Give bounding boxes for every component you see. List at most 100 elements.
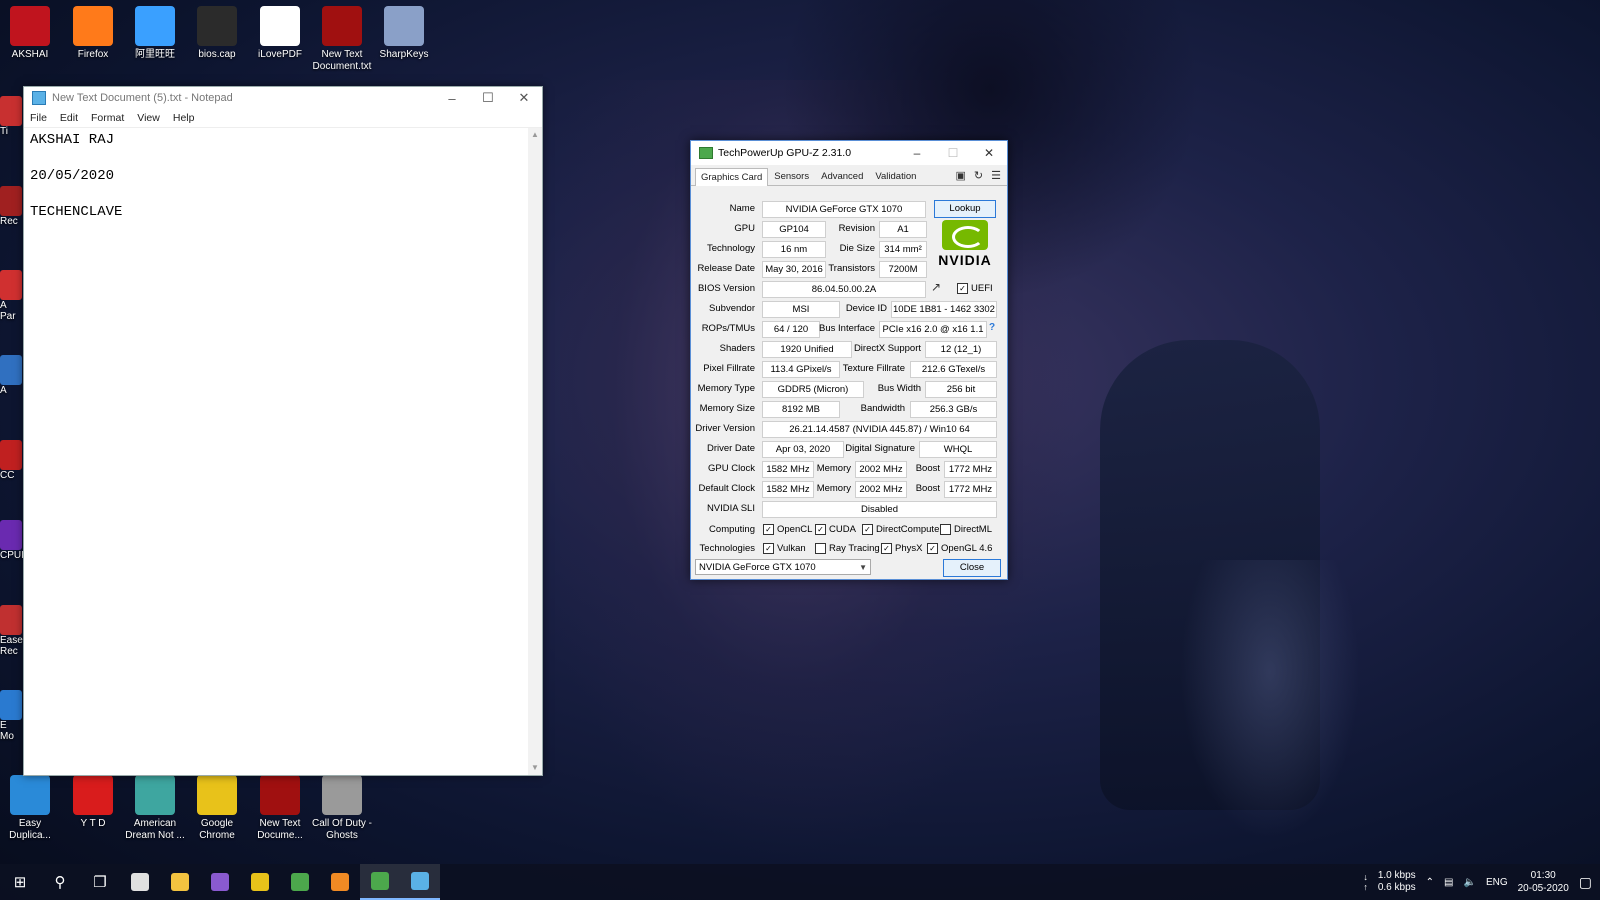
notepad-text-area[interactable]: AKSHAI RAJ 20/05/2020 TECHENCLAVE — [24, 128, 528, 775]
label-transistors: Transistors — [828, 263, 875, 274]
taskbar-app[interactable] — [120, 864, 160, 900]
scroll-down-icon[interactable]: ▼ — [528, 761, 542, 775]
desktop-icon-label: New Text Docume... — [257, 818, 303, 841]
chevron-up-icon[interactable]: ⌃ — [1426, 877, 1434, 888]
clock[interactable]: 01:30 20-05-2020 — [1518, 869, 1569, 895]
menu-file[interactable]: File — [30, 112, 47, 124]
bottom-desktop-icon[interactable]: Easy Duplica... — [0, 775, 62, 842]
checkbox-box[interactable]: ✓ — [881, 543, 892, 554]
menu-icon[interactable]: ☰ — [991, 169, 1001, 182]
taskbar-app[interactable] — [280, 864, 320, 900]
vulkan-checkbox[interactable]: ✓ Vulkan — [763, 543, 806, 554]
lookup-button[interactable]: Lookup — [934, 200, 996, 218]
refresh-icon[interactable]: ↻ — [974, 169, 983, 182]
gpuz-titlebar[interactable]: TechPowerUp GPU-Z 2.31.0 – ☐ ✕ — [691, 141, 1007, 165]
side-desktop-icon[interactable]: A — [0, 355, 22, 396]
label-technologies: Technologies — [699, 543, 755, 554]
top-desktop-icon[interactable]: New Text Document.txt — [310, 6, 374, 73]
bottom-desktop-icon[interactable]: Call Of Duty - Ghosts — [310, 775, 374, 842]
gpuz-window[interactable]: TechPowerUp GPU-Z 2.31.0 – ☐ ✕ Graphics … — [690, 140, 1008, 580]
side-desktop-icon[interactable]: A Par — [0, 270, 22, 322]
physx-checkbox[interactable]: ✓ PhysX — [881, 543, 922, 554]
side-desktop-icon[interactable]: E Mo — [0, 690, 22, 742]
label-directx-support: DirectX Support — [853, 343, 921, 354]
minimize-button[interactable]: – — [899, 146, 935, 160]
taskbar-app[interactable] — [240, 864, 280, 900]
label-subvendor: Subvendor — [709, 303, 755, 314]
menu-help[interactable]: Help — [173, 112, 195, 124]
checkbox-box[interactable]: ✓ — [862, 524, 873, 535]
checkbox-box[interactable]: ✓ — [927, 543, 938, 554]
top-desktop-icon[interactable]: iLovePDF — [248, 6, 312, 61]
task-view-icon[interactable]: ❐ — [80, 864, 120, 900]
ray-tracing-checkbox[interactable]: Ray Tracing — [815, 543, 880, 554]
tab-graphics-card[interactable]: Graphics Card — [695, 168, 769, 186]
side-desktop-icon[interactable]: Ease Rec — [0, 605, 23, 657]
close-button[interactable]: ✕ — [506, 90, 542, 106]
notepad-window[interactable]: New Text Document (5).txt - Notepad – ☐ … — [23, 86, 543, 776]
menu-edit[interactable]: Edit — [60, 112, 78, 124]
checkbox-box[interactable] — [815, 543, 826, 554]
taskbar-app[interactable] — [160, 864, 200, 900]
menu-view[interactable]: View — [137, 112, 160, 124]
minimize-button[interactable]: – — [434, 91, 470, 106]
desktop-icon-label: SharpKeys — [379, 49, 429, 60]
top-desktop-icon[interactable]: bios.cap — [185, 6, 249, 61]
side-desktop-icon[interactable]: CC — [0, 440, 22, 481]
bottom-desktop-icon[interactable]: New Text Docume... — [248, 775, 312, 842]
side-desktop-icon[interactable]: Rec — [0, 186, 22, 227]
taskbar-app[interactable] — [400, 864, 440, 900]
checkbox-box[interactable]: ✓ — [763, 524, 774, 535]
uefi-checkbox[interactable]: ✓ UEFI — [957, 283, 993, 294]
opengl-4-6-checkbox[interactable]: ✓ OpenGL 4.6 — [927, 543, 992, 554]
uefi-checkbox-box[interactable]: ✓ — [957, 283, 968, 294]
help-icon[interactable]: ? — [989, 322, 995, 333]
directml-checkbox[interactable]: DirectML — [940, 524, 992, 535]
menu-format[interactable]: Format — [91, 112, 124, 124]
tab-sensors[interactable]: Sensors — [768, 167, 815, 185]
start-windows-icon[interactable]: ⊞ — [0, 864, 40, 900]
gpu-select-dropdown[interactable]: NVIDIA GeForce GTX 1070 ▼ — [695, 559, 871, 575]
maximize-button[interactable]: ☐ — [935, 146, 971, 160]
label-driver-version: Driver Version — [695, 423, 755, 434]
desktop-icon-label: E Mo — [0, 720, 14, 742]
maximize-button[interactable]: ☐ — [470, 90, 506, 106]
gpuz-icon — [699, 147, 713, 159]
bottom-desktop-icon[interactable]: American Dream Not ... — [123, 775, 187, 842]
top-desktop-icon[interactable]: 阿里旺旺 — [123, 6, 187, 61]
notepad-titlebar[interactable]: New Text Document (5).txt - Notepad – ☐ … — [24, 87, 542, 109]
volume-icon[interactable]: 🔈 — [1463, 877, 1475, 888]
network-icon[interactable]: ▤ — [1444, 877, 1453, 888]
side-desktop-icon[interactable]: CPUI — [0, 520, 24, 561]
language-indicator[interactable]: ENG — [1486, 877, 1508, 888]
wallpaper-hand — [1180, 560, 1360, 840]
checkbox-box[interactable] — [940, 524, 951, 535]
cuda-checkbox[interactable]: ✓ CUDA — [815, 524, 856, 535]
file-icon — [197, 6, 237, 46]
scroll-up-icon[interactable]: ▲ — [528, 128, 542, 142]
top-desktop-icon[interactable]: Firefox — [61, 6, 125, 61]
taskbar-app[interactable] — [320, 864, 360, 900]
notifications-icon[interactable]: ▢ — [1579, 874, 1592, 891]
top-desktop-icon[interactable]: SharpKeys — [372, 6, 436, 61]
directcompute-checkbox[interactable]: ✓ DirectCompute — [862, 524, 939, 535]
search-icon[interactable]: ⚲ — [40, 864, 80, 900]
close-dialog-button[interactable]: Close — [943, 559, 1001, 577]
bottom-desktop-icon[interactable]: Y T D — [61, 775, 125, 830]
camera-icon[interactable]: ▣ — [956, 169, 966, 182]
close-button[interactable]: ✕ — [971, 146, 1007, 160]
checkbox-box[interactable]: ✓ — [815, 524, 826, 535]
tab-validation[interactable]: Validation — [869, 167, 922, 185]
share-icon[interactable]: ↗ — [931, 280, 941, 294]
side-desktop-icon[interactable]: Ti — [0, 96, 22, 137]
taskbar-app[interactable] — [360, 864, 400, 900]
vertical-scrollbar[interactable]: ▲ ▼ — [528, 128, 542, 775]
top-desktop-icon[interactable]: AKSHAI — [0, 6, 62, 61]
taskbar-app[interactable] — [200, 864, 240, 900]
checkbox-box[interactable]: ✓ — [763, 543, 774, 554]
clock-time: 01:30 — [1530, 870, 1556, 881]
bottom-desktop-icon[interactable]: Google Chrome — [185, 775, 249, 842]
opencl-checkbox[interactable]: ✓ OpenCL — [763, 524, 812, 535]
visual-studio-icon — [211, 873, 229, 891]
tab-advanced[interactable]: Advanced — [815, 167, 869, 185]
